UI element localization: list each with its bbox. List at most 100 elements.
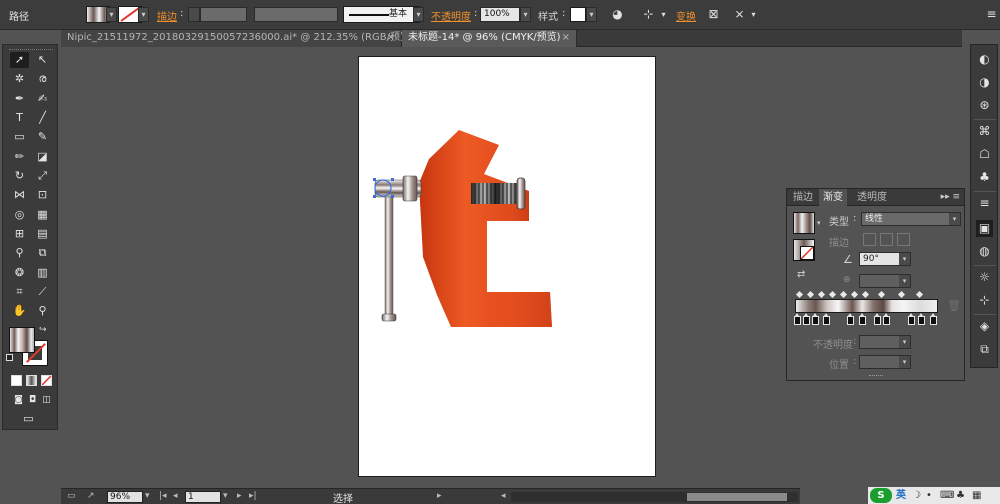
- gradient-stop[interactable]: [930, 313, 937, 325]
- artboard-dropdown-icon[interactable]: ▾: [223, 491, 228, 501]
- delete-stop-icon[interactable]: 🗑: [947, 299, 961, 312]
- appearance-panel-icon[interactable]: ☼: [976, 269, 993, 286]
- gradient-mode-icon[interactable]: [26, 375, 37, 386]
- share-icon[interactable]: ↗: [87, 491, 95, 501]
- eyedropper-tool-icon[interactable]: ⚲: [10, 245, 29, 261]
- opacity-link[interactable]: 不透明度: [431, 8, 471, 23]
- stroke-panel-icon[interactable]: ≡: [976, 195, 993, 212]
- more-options-dropdown-icon[interactable]: ▾: [746, 7, 761, 22]
- magic-wand-tool-icon[interactable]: ✲: [10, 71, 29, 87]
- color-guide-icon[interactable]: ◑: [976, 74, 993, 91]
- isolate-object-icon[interactable]: ⊠: [706, 7, 721, 22]
- symbols-panel-icon[interactable]: ☖: [976, 146, 993, 163]
- layers-panel-icon[interactable]: ◈: [976, 318, 993, 335]
- gradient-stop[interactable]: [874, 313, 881, 325]
- opacity-input[interactable]: 100%: [480, 7, 520, 22]
- stroke-weight-link[interactable]: 描边: [157, 8, 177, 23]
- recolor-artwork-icon[interactable]: ◕: [610, 7, 625, 22]
- reverse-gradient-icon[interactable]: ⇄: [797, 269, 805, 280]
- pen-tool-icon[interactable]: ✒: [10, 91, 29, 107]
- status-menu-arrow[interactable]: ▸: [437, 491, 442, 501]
- gradient-preview-swatch[interactable]: [793, 212, 815, 234]
- artboard-number-field[interactable]: 1: [185, 491, 221, 503]
- transform-panel-icon[interactable]: ⊹: [976, 292, 993, 309]
- transform-link[interactable]: 变换: [676, 8, 696, 23]
- slice-tool-icon[interactable]: ⟋: [33, 284, 52, 300]
- style-dropdown-arrow[interactable]: ▾: [586, 7, 597, 22]
- punctuation-icon[interactable]: ☽: [912, 487, 921, 504]
- scrollbar-thumb[interactable]: [687, 493, 787, 501]
- full-half-width-icon[interactable]: •: [926, 487, 932, 504]
- paintbrush-tool-icon[interactable]: ✎: [33, 129, 52, 145]
- tab-untitled-14[interactable]: 未标题-14* @ 96% (CMYK/预览) ×: [402, 30, 577, 47]
- width-tool-icon[interactable]: ⋈: [10, 187, 29, 203]
- line-segment-tool-icon[interactable]: ╱: [33, 110, 52, 126]
- color-mode-icon[interactable]: [11, 375, 22, 386]
- hand-tool-icon[interactable]: ✋: [10, 303, 29, 319]
- draw-inside-icon[interactable]: ◫: [37, 392, 56, 408]
- gradient-stop[interactable]: [847, 313, 854, 325]
- tab-nipic-document[interactable]: Nipic_21511972_20180329150057236000.ai* …: [61, 30, 414, 47]
- stroke-gradient-across-icon[interactable]: [897, 233, 910, 246]
- stop-location-input[interactable]: ▾: [859, 355, 911, 369]
- gradient-panel-icon[interactable]: ▣: [976, 220, 993, 237]
- stroke-gradient-within-icon[interactable]: [863, 233, 876, 246]
- tools-grid-icon[interactable]: ▦: [972, 487, 981, 504]
- change-screen-mode-icon[interactable]: ▭: [19, 411, 38, 427]
- shape-builder-tool-icon[interactable]: ◎: [10, 207, 29, 223]
- horizontal-scrollbar[interactable]: [511, 492, 798, 502]
- artboard-tool-icon[interactable]: ⌗: [10, 284, 29, 300]
- next-artboard-icon[interactable]: ▸: [237, 491, 242, 501]
- gradient-type-select[interactable]: 线性 ▾: [861, 212, 961, 226]
- color-panel-icon[interactable]: ◐: [976, 51, 993, 68]
- panel-grip[interactable]: [9, 49, 53, 51]
- artboards-panel-icon[interactable]: ⧉: [976, 341, 993, 358]
- gradient-stop[interactable]: [918, 313, 925, 325]
- angle-input[interactable]: 90° ▾: [859, 252, 911, 266]
- mesh-tool-icon[interactable]: ⊞: [10, 226, 29, 242]
- first-artboard-icon[interactable]: |◂: [159, 491, 167, 501]
- zoom-tool-icon[interactable]: ⚲: [33, 303, 52, 319]
- brush-definition-select[interactable]: 基本: [343, 6, 420, 23]
- column-graph-tool-icon[interactable]: ▥: [33, 265, 52, 281]
- stroke-weight-stepper[interactable]: [188, 7, 200, 22]
- keyboard-icon[interactable]: ⌨: [940, 487, 954, 504]
- rotate-tool-icon[interactable]: ↻: [10, 168, 29, 184]
- gradient-stop[interactable]: [883, 313, 890, 325]
- last-artboard-icon[interactable]: ▸|: [249, 491, 257, 501]
- selection-tool-icon[interactable]: ➚: [10, 52, 29, 68]
- puppet-warp-icon[interactable]: ⨯: [732, 7, 747, 22]
- stop-opacity-input[interactable]: ▾: [859, 335, 911, 349]
- skin-icon[interactable]: ♣: [956, 487, 965, 504]
- graphic-style-swatch[interactable]: [570, 7, 586, 22]
- stroke-weight-input[interactable]: [200, 7, 247, 22]
- swatches-panel-icon[interactable]: ⊛: [976, 97, 993, 114]
- direct-selection-tool-icon[interactable]: ↖: [33, 52, 52, 68]
- brush-dropdown-arrow[interactable]: ▾: [413, 7, 424, 22]
- scale-tool-icon[interactable]: ⤢: [33, 168, 52, 184]
- swap-fill-stroke-icon[interactable]: ↪: [39, 325, 47, 335]
- opacity-dropdown-arrow[interactable]: ▾: [520, 7, 531, 22]
- eraser-tool-icon[interactable]: ◪: [33, 149, 52, 165]
- align-dropdown-icon[interactable]: ▾: [656, 7, 671, 22]
- panel-resize-grip[interactable]: [869, 375, 883, 377]
- gradient-stop[interactable]: [812, 313, 819, 325]
- gradient-stop[interactable]: [908, 313, 915, 325]
- zoom-dropdown-icon[interactable]: ▾: [145, 491, 150, 501]
- previous-artboard-icon[interactable]: ◂: [173, 491, 178, 501]
- symbol-sprayer-tool-icon[interactable]: ❂: [10, 265, 29, 281]
- default-fill-stroke-icon[interactable]: [6, 354, 13, 361]
- rectangle-tool-icon[interactable]: ▭: [10, 129, 29, 145]
- gradient-stop[interactable]: [794, 313, 801, 325]
- lasso-tool-icon[interactable]: ര: [33, 71, 52, 87]
- gradient-preset-dropdown-icon[interactable]: ▾: [817, 219, 821, 227]
- zoom-level-field[interactable]: 96%: [107, 491, 143, 503]
- gradient-stop[interactable]: [859, 313, 866, 325]
- blend-tool-icon[interactable]: ⧉: [33, 245, 52, 261]
- close-tab-icon[interactable]: ×: [387, 30, 395, 46]
- brushes-panel-icon[interactable]: ⌘: [976, 123, 993, 140]
- stroke-dropdown-arrow[interactable]: ▾: [138, 7, 149, 22]
- pencil-tool-icon[interactable]: ✏: [10, 149, 29, 165]
- type-tool-icon[interactable]: T: [10, 110, 29, 126]
- gradient-stop[interactable]: [823, 313, 830, 325]
